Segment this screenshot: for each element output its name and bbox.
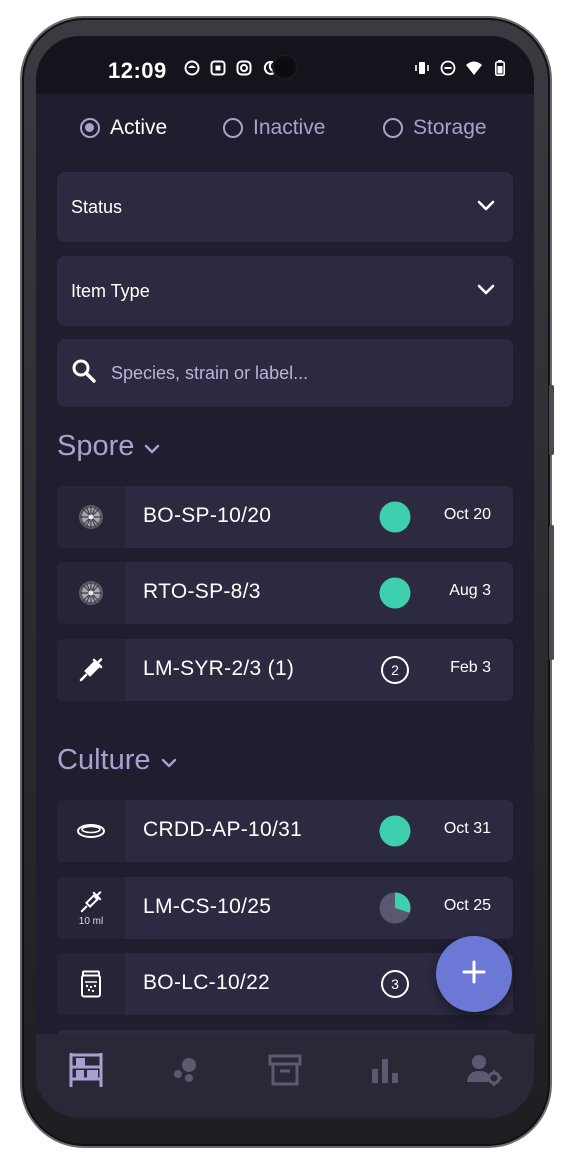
item-type-dropdown[interactable]: Item Type (57, 256, 513, 326)
storage-filter-radio-group: Active Inactive Storage (80, 116, 524, 140)
bar-chart-icon (371, 1057, 399, 1088)
system-icons (414, 60, 508, 76)
front-camera (274, 56, 296, 78)
list-item[interactable]: 10 ml LM-CS-10/25 Oct 25 (57, 877, 513, 939)
spore-print-icon (57, 562, 125, 624)
volume-button (549, 385, 554, 455)
bottom-navigation (36, 1034, 534, 1118)
count-badge: 3 (381, 970, 409, 998)
item-date: Oct 20 (443, 506, 491, 523)
item-date: Oct 31 (443, 820, 491, 837)
radio-inactive[interactable]: Inactive (223, 116, 383, 140)
status-time: 12:09 (108, 58, 167, 83)
section-title: Culture (57, 744, 151, 776)
notification-icons (184, 60, 278, 76)
radio-label: Storage (413, 116, 487, 139)
search-input[interactable]: Species, strain or label... (57, 339, 513, 407)
list-item[interactable]: LM-SYR-2/3 (1) 2 Feb 3 (57, 639, 513, 701)
item-date: Feb 3 (450, 659, 491, 676)
status-bar: 12:09 (36, 36, 534, 94)
dnd-icon (440, 60, 456, 76)
shelves-icon (68, 1051, 104, 1094)
count-badge: 2 (381, 656, 409, 684)
list-item[interactable]: BO-SP-10/20 Oct 20 (57, 486, 513, 548)
section-header-spore[interactable]: Spore (57, 430, 160, 463)
radio-active[interactable]: Active (80, 116, 223, 140)
add-item-button[interactable] (436, 936, 512, 1012)
section-header-culture[interactable]: Culture (57, 744, 177, 777)
radio-indicator (223, 118, 243, 138)
spores-icon (170, 1056, 200, 1089)
item-label: BO-SP-10/20 (143, 504, 272, 527)
item-label: BO-LC-10/22 (143, 971, 271, 994)
nav-archive[interactable] (255, 1047, 315, 1097)
search-placeholder: Species, strain or label... (111, 362, 309, 383)
nav-statistics[interactable] (355, 1047, 415, 1097)
chevron-down-icon (144, 430, 160, 463)
radio-storage[interactable]: Storage (383, 116, 487, 140)
item-label: CRDD-AP-10/31 (143, 818, 303, 841)
battery-icon (492, 60, 508, 76)
nav-account-settings[interactable] (454, 1047, 514, 1097)
radio-label: Inactive (253, 116, 326, 139)
petri-dish-icon (57, 800, 125, 862)
square-app-icon (210, 60, 226, 76)
status-dropdown[interactable]: Status (57, 172, 513, 242)
list-item[interactable]: RTO-SP-8/3 Aug 3 (57, 562, 513, 624)
user-settings-icon (466, 1054, 503, 1091)
status-indicator (379, 577, 411, 609)
item-date: Oct 25 (443, 897, 491, 914)
chevron-down-icon (477, 196, 495, 217)
section-title: Spore (57, 430, 135, 462)
item-label: LM-CS-10/25 (143, 895, 272, 918)
nav-genetics[interactable] (155, 1047, 215, 1097)
app-screen: 12:09 Active Inactive Storage Status Ite… (36, 36, 534, 1118)
item-label: RTO-SP-8/3 (143, 580, 261, 603)
syringe-volume: 10 ml (78, 915, 104, 927)
spore-print-icon (57, 486, 125, 548)
archive-icon (268, 1053, 302, 1092)
list-item[interactable]: CRDD-AP-10/31 Oct 31 (57, 800, 513, 862)
nav-inventory[interactable] (56, 1047, 116, 1097)
search-icon (71, 358, 97, 389)
syringe-icon (57, 639, 125, 701)
status-indicator (379, 892, 411, 924)
radio-indicator (80, 118, 100, 138)
radio-indicator (383, 118, 403, 138)
radio-label: Active (110, 116, 168, 139)
plus-icon (460, 958, 488, 991)
status-indicator (379, 501, 411, 533)
power-button (549, 525, 554, 660)
mushroom-app-icon (184, 60, 200, 76)
chevron-down-icon (161, 744, 177, 777)
instagram-icon (236, 60, 252, 76)
wifi-icon (466, 60, 482, 76)
item-label: LM-SYR-2/3 (1) (143, 657, 295, 680)
status-indicator (379, 815, 411, 847)
syringe-icon: 10 ml (57, 877, 125, 939)
item-date: Aug 3 (449, 582, 491, 599)
status-dropdown-label: Status (71, 196, 123, 217)
vibrate-icon (414, 60, 430, 76)
jar-icon (57, 953, 125, 1015)
status-indicator: 2 (379, 654, 411, 686)
chevron-down-icon (477, 280, 495, 301)
item-type-dropdown-label: Item Type (71, 280, 150, 301)
status-indicator: 3 (379, 968, 411, 1000)
